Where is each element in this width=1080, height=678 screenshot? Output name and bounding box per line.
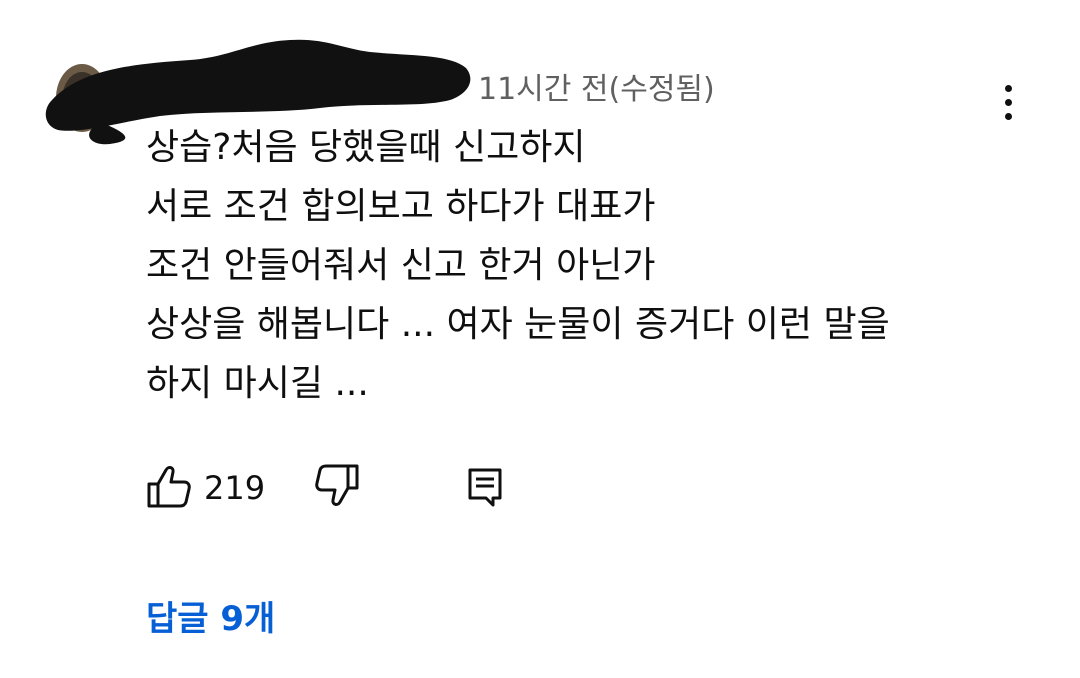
like-button[interactable] — [146, 462, 192, 512]
more-vert-icon — [1004, 84, 1012, 92]
comment-line: 하지 마시길 ... — [146, 363, 369, 404]
thumb-down-icon — [315, 464, 359, 506]
comment-icon — [468, 468, 502, 507]
comment-text: 상습?처음 당했을때 신고하지 서로 조건 합의보고 하다가 대표가 조건 안들… — [146, 118, 1046, 413]
comment-line: 상상을 해봅니다 ... 여자 눈물이 증거다 이런 말을 — [146, 304, 890, 345]
comment-line: 조건 안들어줘서 신고 한거 아닌가 — [146, 245, 656, 286]
comment-timestamp[interactable]: 11시간 전(수정됨) — [478, 70, 715, 110]
view-replies-link[interactable]: 답글 9개 — [146, 596, 275, 642]
comment-line: 상습?처음 당했을때 신고하지 — [146, 127, 586, 168]
like-count: 219 — [204, 469, 266, 507]
comment-line: 서로 조건 합의보고 하다가 대표가 — [146, 186, 656, 227]
dislike-button[interactable] — [314, 462, 360, 512]
thumb-up-icon — [147, 466, 191, 508]
reply-button[interactable] — [464, 464, 508, 510]
